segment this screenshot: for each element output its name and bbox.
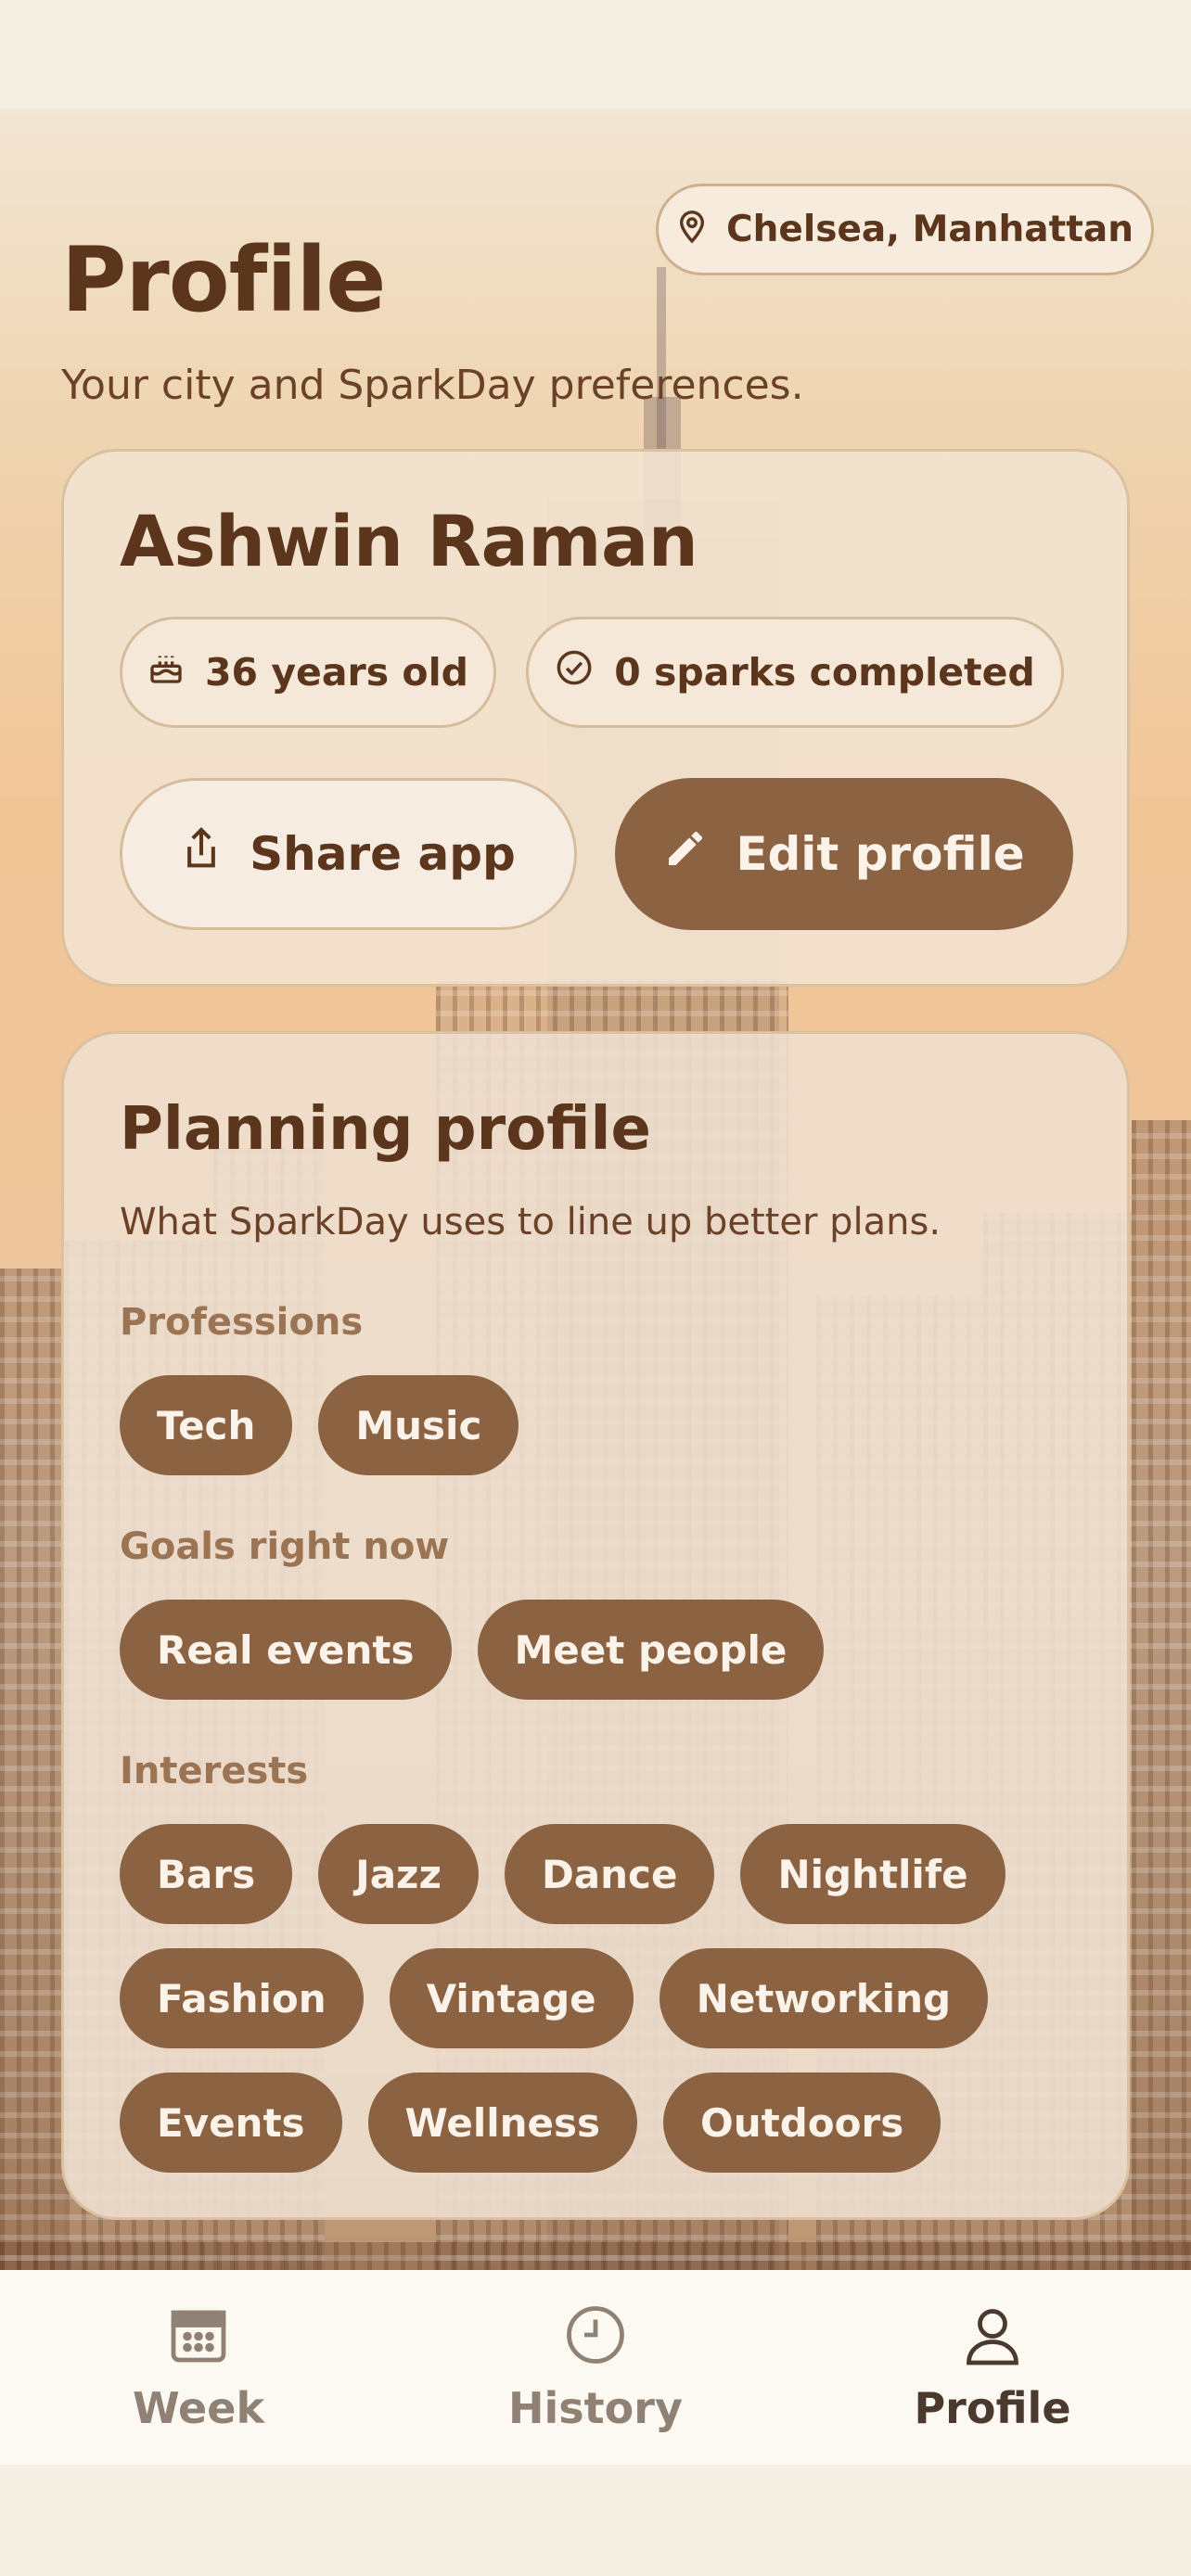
tab-profile[interactable]: Profile — [794, 2270, 1191, 2465]
goal-chip[interactable]: Real events — [120, 1600, 452, 1700]
goal-chip[interactable]: Meet people — [477, 1600, 825, 1700]
tab-profile-label: Profile — [914, 2383, 1071, 2433]
edit-profile-button[interactable]: Edit profile — [615, 778, 1073, 930]
interest-chip[interactable]: Networking — [659, 1948, 989, 2048]
calendar-icon — [165, 2302, 232, 2372]
age-badge: 36 years old — [120, 617, 496, 728]
map-pin-icon — [676, 207, 708, 253]
profession-chip[interactable]: Music — [318, 1375, 519, 1475]
tab-history-label: History — [508, 2383, 683, 2433]
goals-label: Goals right now — [120, 1525, 450, 1568]
page-subtitle: Your city and SparkDay preferences. — [61, 362, 804, 409]
interest-chip[interactable]: Vintage — [389, 1948, 634, 2048]
person-icon — [959, 2302, 1026, 2372]
check-circle-icon — [555, 648, 594, 696]
location-pill[interactable]: Chelsea, Manhattan — [656, 184, 1154, 275]
sparks-badge: 0 sparks completed — [526, 617, 1064, 728]
sparks-label: 0 sparks completed — [614, 650, 1035, 695]
cake-icon — [147, 649, 185, 695]
professions-label: Professions — [120, 1301, 364, 1344]
tab-week[interactable]: Week — [0, 2270, 397, 2465]
interest-chip[interactable]: Jazz — [318, 1824, 479, 1924]
goals-chips: Real events Meet people — [120, 1600, 825, 1700]
app-screen: Chelsea, Manhattan Profile Your city and… — [0, 109, 1191, 2465]
professions-chips: Tech Music — [120, 1375, 519, 1475]
planning-title: Planning profile — [120, 1095, 651, 1164]
interest-chip[interactable]: Outdoors — [663, 2072, 941, 2173]
user-name: Ashwin Raman — [120, 500, 698, 582]
planning-subtitle: What SparkDay uses to line up better pla… — [120, 1201, 941, 1243]
pencil-icon — [663, 826, 708, 882]
interest-chip[interactable]: Bars — [120, 1824, 293, 1924]
interest-chip[interactable]: Fashion — [120, 1948, 364, 2048]
interests-chips-row-3: Events Wellness Outdoors — [120, 2072, 941, 2173]
planning-profile-card: Planning profile What SparkDay uses to l… — [61, 1031, 1130, 2220]
share-app-label: Share app — [250, 827, 516, 881]
tab-history[interactable]: History — [397, 2270, 794, 2465]
tab-week-label: Week — [132, 2383, 265, 2433]
page-title: Profile — [61, 228, 386, 332]
location-label: Chelsea, Manhattan — [726, 209, 1133, 250]
interests-chips-row-2: Fashion Vintage Networking — [120, 1948, 989, 2048]
interest-chip[interactable]: Nightlife — [740, 1824, 1005, 1924]
profession-chip[interactable]: Tech — [120, 1375, 293, 1475]
interest-chip[interactable]: Wellness — [367, 2072, 638, 2173]
share-icon — [181, 824, 222, 884]
interest-chip[interactable]: Dance — [504, 1824, 715, 1924]
share-app-button[interactable]: Share app — [120, 778, 577, 930]
interests-label: Interests — [120, 1750, 309, 1792]
interest-chip[interactable]: Events — [120, 2072, 342, 2173]
clock-icon — [562, 2302, 629, 2372]
edit-profile-label: Edit profile — [736, 827, 1025, 881]
age-label: 36 years old — [205, 650, 468, 695]
interests-chips-row-1: Bars Jazz Dance Nightlife — [120, 1824, 1005, 1924]
user-card: Ashwin Raman 36 years old 0 sparks compl… — [61, 449, 1130, 987]
bottom-tab-bar: Week History Profile — [0, 2270, 1191, 2465]
